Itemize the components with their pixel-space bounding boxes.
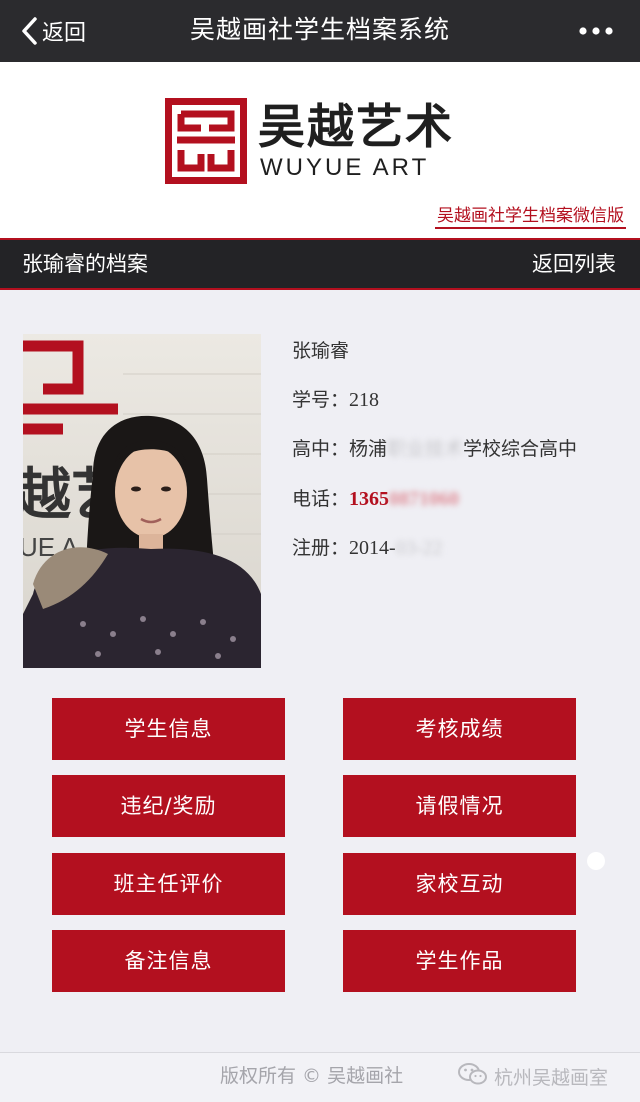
section-title: 张瑜睿的档案 [22,252,148,276]
logo-english-text: WUYUE ART [260,154,430,181]
top-navbar: 返回 吴越画社学生档案系统 [0,0,640,62]
phone-label: 电话： [292,488,350,510]
school-prefix: 杨浦 [349,438,388,460]
banner-tagline: 吴越画社学生档案微信版 [435,205,626,229]
school-label: 高中： [292,438,350,460]
student-works-button[interactable]: 学生作品 [343,930,576,992]
teacher-evaluation-button[interactable]: 班主任评价 [52,853,285,915]
section-header: 张瑜睿的档案 返回列表 [0,240,640,290]
student-name: 张瑜睿 [292,336,349,363]
school-suffix: 学校综合高中 [463,438,578,460]
student-name-value: 张瑜睿 [292,340,350,362]
watermark-text: 杭州吴越画室 [494,1066,609,1089]
more-dots-icon[interactable] [576,14,616,48]
student-id-label: 学号： [292,389,350,411]
phone-blurred: 0871060 [389,488,460,510]
wechat-icon [458,1062,488,1091]
register-label: 注册： [292,537,350,559]
student-info-button[interactable]: 学生信息 [52,698,285,760]
student-id-value: 218 [349,389,380,411]
register-blurred: 03-22 [395,537,443,559]
page-title: 吴越画社学生档案系统 [189,15,450,44]
phone-row: 电话：13650871060 [292,484,459,511]
notes-button[interactable]: 备注信息 [52,930,285,992]
back-to-list-link[interactable]: 返回列表 [532,240,616,288]
leave-records-button[interactable]: 请假情况 [343,775,576,837]
watermark: 杭州吴越画室 [458,1053,608,1099]
floating-dot[interactable] [587,852,605,870]
home-school-button[interactable]: 家校互动 [343,853,576,915]
school-blurred: 职业技术 [387,438,464,460]
register-prefix: 2014- [349,537,396,559]
exam-scores-button[interactable]: 考核成绩 [343,698,576,760]
footer-copyright: 版权所有 © 吴越画社 [220,1065,404,1087]
wuyue-logo-mark-icon [165,98,247,184]
discipline-awards-button[interactable]: 违纪/奖励 [52,775,285,837]
phone-prefix[interactable]: 1365 [349,488,389,510]
student-id-row: 学号：218 [292,385,379,412]
register-row: 注册：2014-03-22 [292,533,442,560]
student-photo: 越艺 UE A [23,334,261,668]
logo-chinese-text: 吴越艺术 [258,100,454,155]
footer: 版权所有 © 吴越画社 杭州吴越画室 [0,1053,640,1102]
school-row: 高中：杨浦职业技术学校综合高中 [292,434,577,461]
logo-banner: 吴越艺术 WUYUE ART 吴越画社学生档案微信版 [0,62,640,238]
